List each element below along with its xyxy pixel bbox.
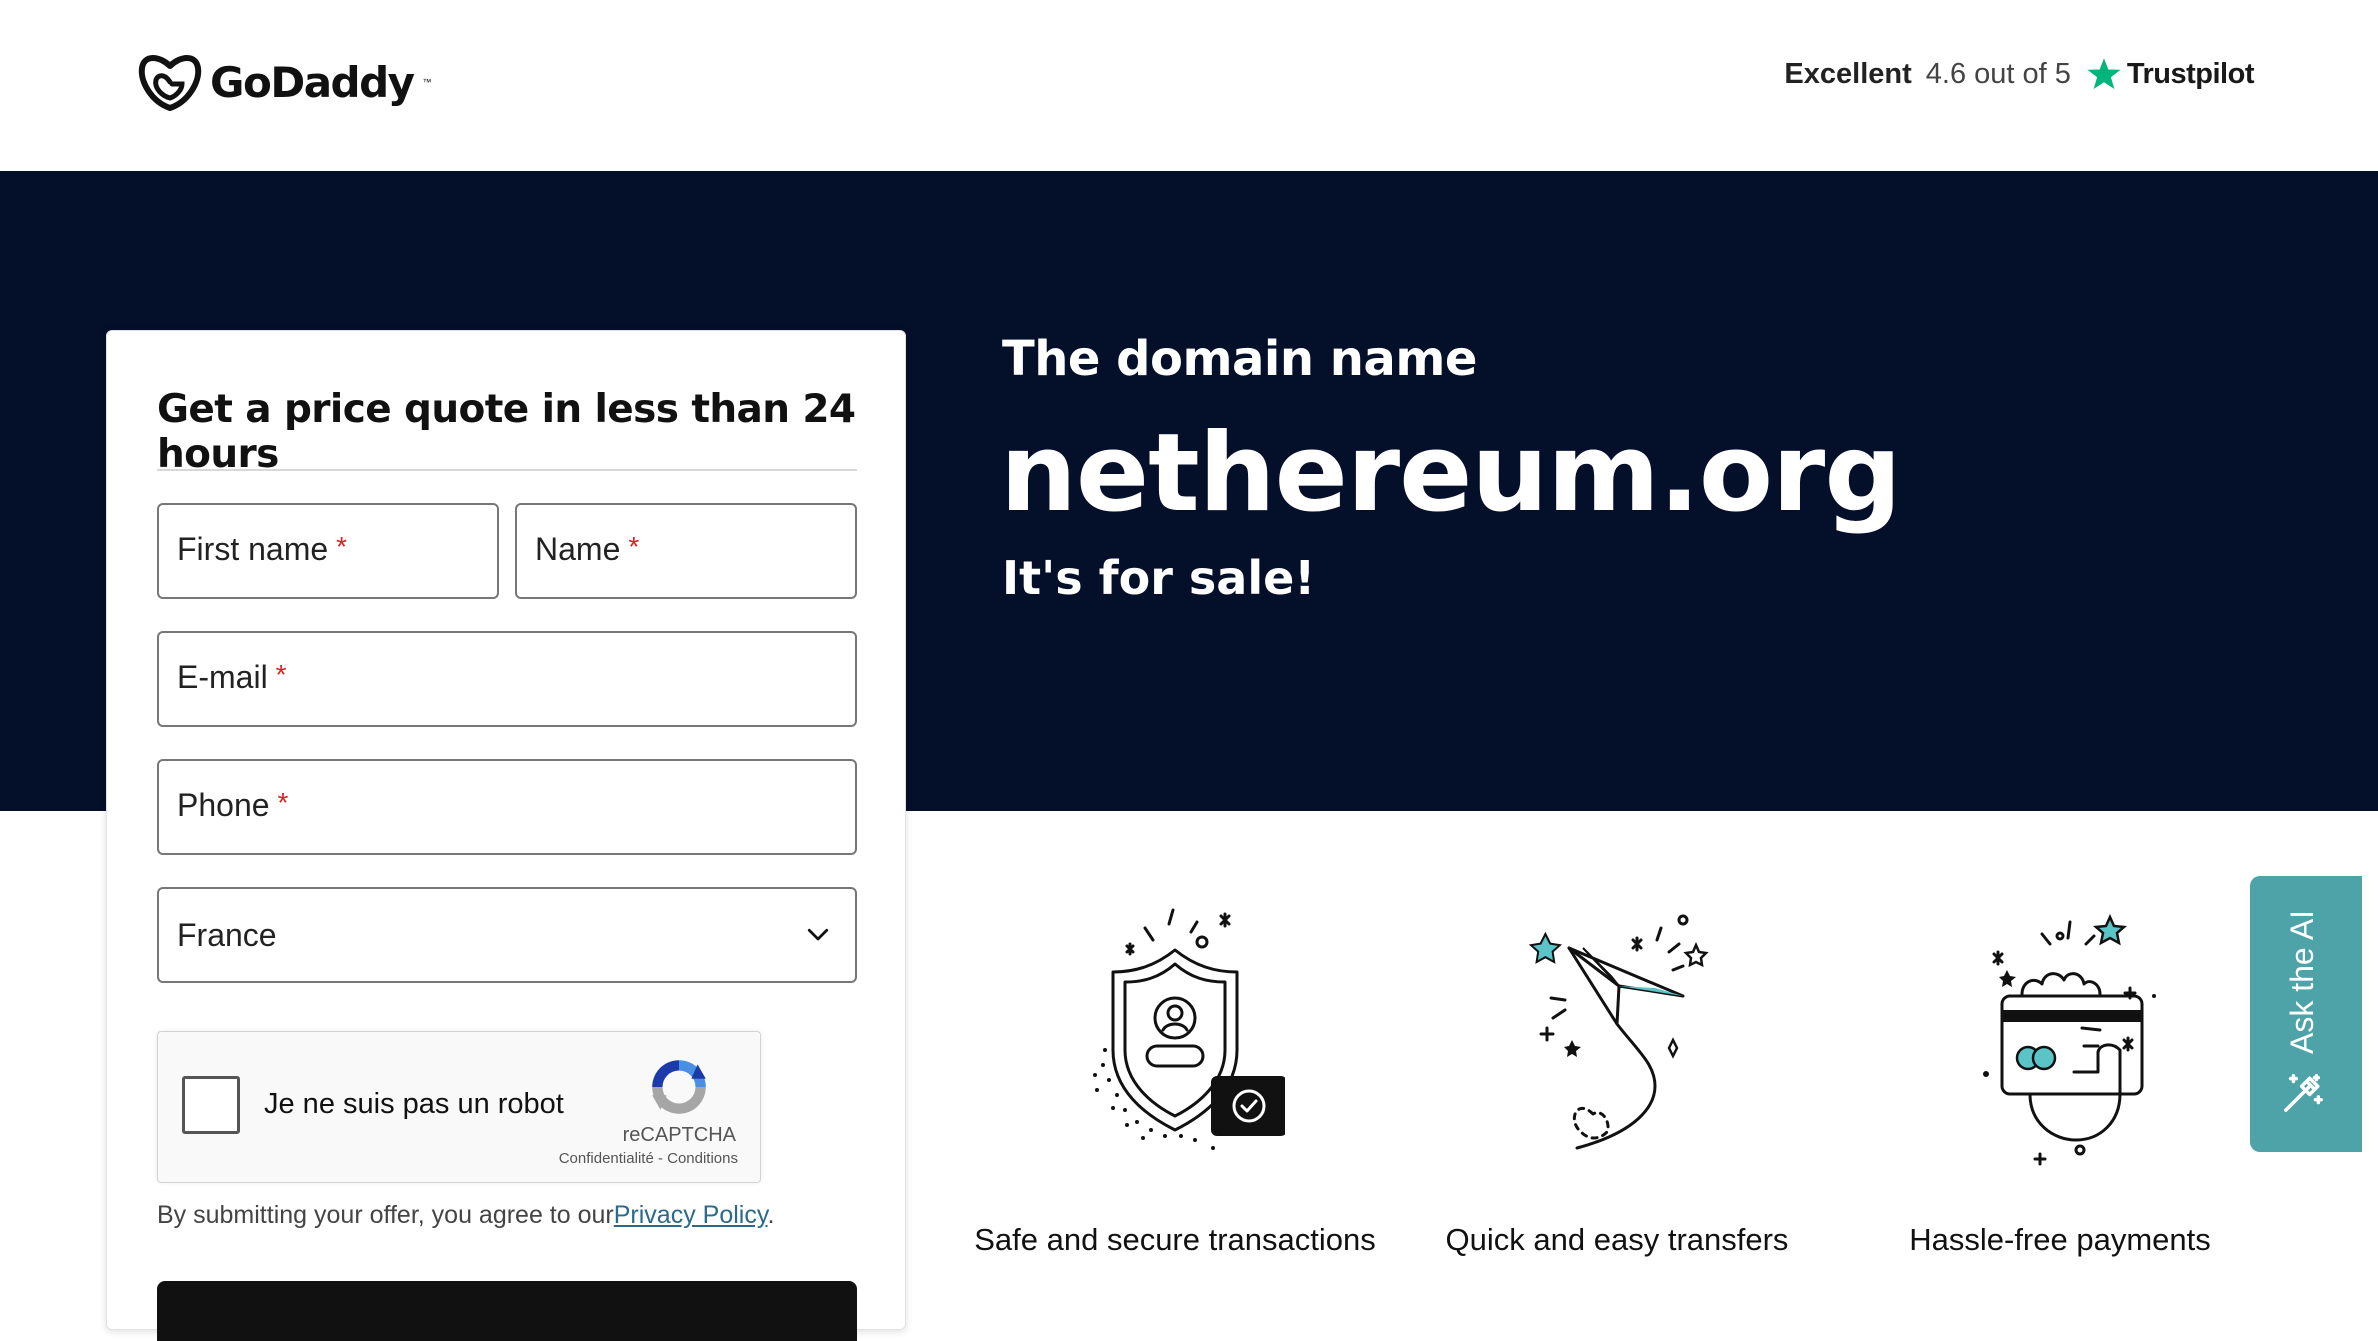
price-quote-form: Get a price quote in less than 24 hours … [106, 330, 906, 1341]
form-title: Get a price quote in less than 24 hours [157, 387, 856, 477]
feature-payments: Hassle-free payments [1850, 900, 2270, 1280]
first-name-field[interactable]: First name * [157, 503, 499, 599]
privacy-policy-link[interactable]: Privacy Policy [614, 1201, 768, 1229]
feature-label: Quick and easy transfers [1445, 1222, 1789, 1257]
form-divider [157, 469, 857, 471]
country-value: France [177, 917, 277, 953]
email-label: E-mail * [177, 659, 287, 695]
first-name-label: First name * [177, 531, 348, 567]
godaddy-mark-icon [138, 55, 202, 111]
submit-button[interactable] [157, 1281, 857, 1341]
country-select[interactable]: France [157, 887, 857, 983]
shield-icon [1093, 908, 1285, 1150]
feature-transfers: Quick and easy transfers [1407, 900, 1827, 1280]
ask-ai-tab[interactable]: Ask the AI [2250, 876, 2362, 1152]
credit-card-hand-icon [1983, 913, 2156, 1166]
magic-wand-icon [2284, 1074, 2323, 1112]
trustpilot-rating[interactable]: Excellent 4.6 out of 5 Trustpilot [1784, 56, 2254, 92]
ask-ai-label: Ask the AI [2284, 909, 2320, 1054]
recaptcha-logo-icon [652, 1060, 706, 1114]
trustpilot-brand-label: Trustpilot [2126, 57, 2255, 90]
for-sale-text: It's for sale! [1002, 551, 1316, 605]
trustpilot-label: Excellent [1784, 57, 1912, 90]
recaptcha-links[interactable]: Confidentialité - Conditions [559, 1150, 738, 1167]
star-icon [2087, 58, 2121, 89]
feature-label: Safe and secure transactions [974, 1222, 1376, 1257]
consent-text: By submitting your offer, you agree to o… [157, 1201, 775, 1229]
name-label: Name * [535, 531, 640, 567]
trustpilot-brand: Trustpilot [2085, 56, 2255, 92]
phone-label: Phone * [177, 787, 289, 823]
feature-secure: Safe and secure transactions [965, 900, 1385, 1280]
recaptcha-checkbox[interactable] [182, 1076, 240, 1134]
recaptcha-widget: Je ne suis pas un robot reCAPTCHA Confid… [157, 1031, 761, 1183]
paper-plane-icon [1528, 914, 1709, 1150]
phone-field[interactable]: Phone * [157, 759, 857, 855]
domain-name: nethereum.org [1000, 411, 1902, 536]
chevron-down-icon [807, 928, 829, 941]
trustpilot-score: 4.6 out of 5 [1925, 57, 2071, 90]
recaptcha-label: Je ne suis pas un robot [264, 1088, 564, 1120]
email-field[interactable]: E-mail * [157, 631, 857, 727]
feature-label: Hassle-free payments [1909, 1222, 2211, 1257]
site-header: GoDaddy ™ Excellent 4.6 out of 5 Trustpil… [0, 0, 2378, 171]
hero-subtitle: The domain name [1002, 331, 1477, 387]
trademark-mark: ™ [422, 77, 432, 87]
recaptcha-brand: reCAPTCHA [622, 1124, 736, 1146]
godaddy-logo[interactable]: GoDaddy ™ [138, 52, 432, 112]
brand-name: GoDaddy [210, 57, 415, 107]
name-field[interactable]: Name * [515, 503, 857, 599]
